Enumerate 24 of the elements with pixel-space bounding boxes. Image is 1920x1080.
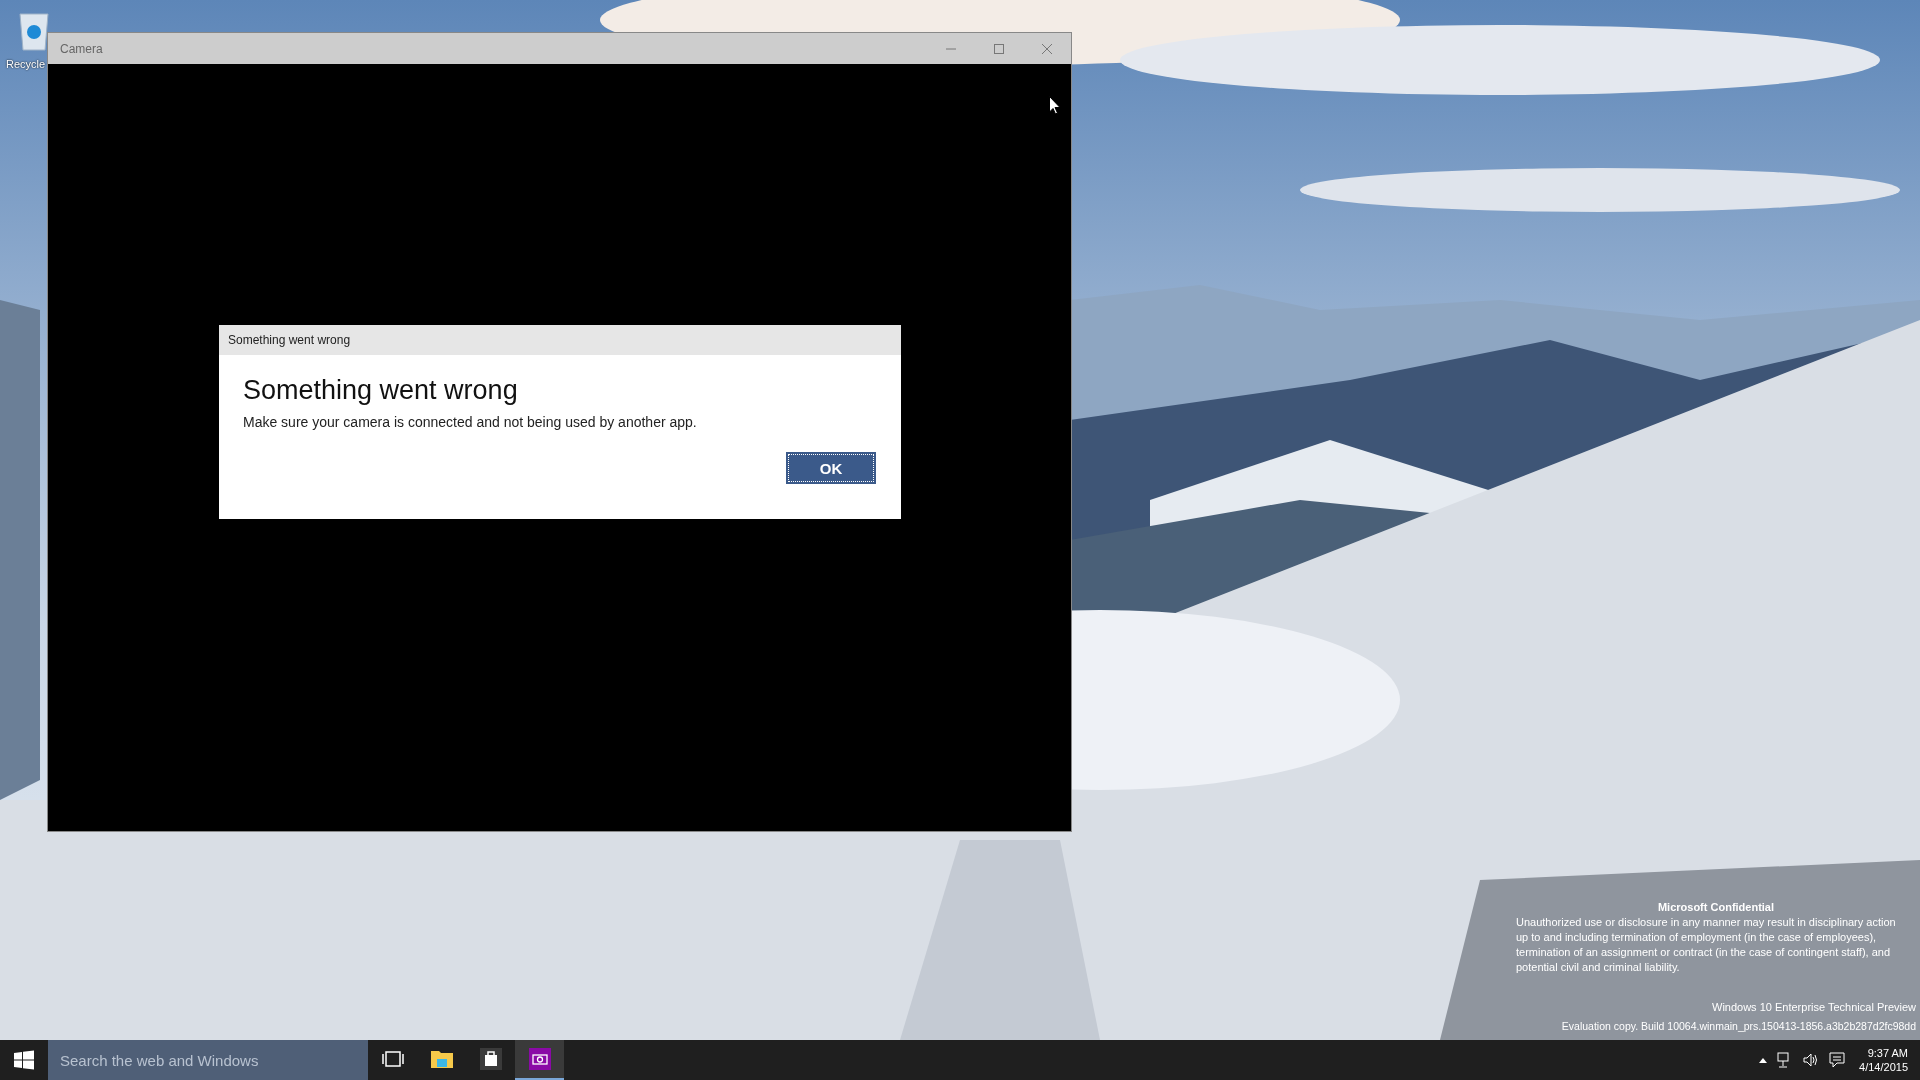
edition-text: Windows 10 Enterprise Technical Preview bbox=[1711, 1000, 1916, 1015]
camera-icon bbox=[528, 1048, 551, 1070]
dialog-heading: Something went wrong bbox=[243, 375, 519, 406]
mouse-cursor-icon bbox=[1049, 96, 1061, 115]
build-text: Evaluation copy. Build 10064.winmain_prs.150413-1856.a3b2b287d2fc98dd bbox=[1560, 1019, 1916, 1034]
message-icon[interactable] bbox=[1829, 1052, 1846, 1068]
notice-title: Microsoft Confidential bbox=[1656, 900, 1776, 915]
shopping-bag-icon bbox=[479, 1048, 502, 1070]
maximize-icon bbox=[993, 42, 1005, 55]
window-title: Camera bbox=[60, 41, 103, 56]
chevron-up-icon[interactable] bbox=[1759, 1057, 1768, 1063]
desktop-icon-label: Recycle bbox=[6, 58, 46, 70]
folder-icon bbox=[430, 1049, 453, 1069]
notice-text: Unauthorized use or disclosure in any manner may result in disciplinary action up to and including termination of employment (in the case of employees), termination of an assignment or contract (in the case of contingent staff), and potential civil and criminal liability. bbox=[1516, 915, 1896, 975]
dialog-message: Make sure your camera is connected and not being used by another app. bbox=[243, 414, 698, 430]
taskbar-app[interactable] bbox=[515, 1040, 564, 1080]
windows-logo-icon bbox=[14, 1050, 34, 1070]
ok-button[interactable]: OK bbox=[786, 452, 876, 484]
clock[interactable]: 9:37 AM 4/14/2015 bbox=[1855, 1046, 1912, 1074]
task-view-icon bbox=[381, 1051, 404, 1067]
search-field[interactable]: Search the web and Windows bbox=[48, 1040, 368, 1080]
dialog-title: Something went wrong bbox=[228, 333, 351, 347]
speaker-icon[interactable] bbox=[1803, 1053, 1820, 1067]
close-icon bbox=[1041, 42, 1053, 55]
